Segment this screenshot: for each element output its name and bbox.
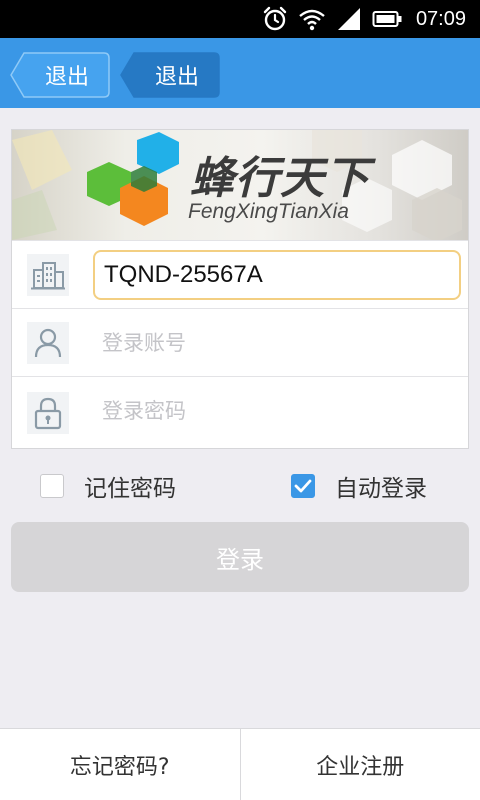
checkmark-icon — [294, 479, 312, 493]
back-button-pressed[interactable]: 退出 — [120, 52, 220, 98]
company-code-row — [12, 240, 468, 308]
app-header: 退出 退出 — [0, 38, 480, 108]
back-button-label: 退出 — [44, 65, 89, 90]
account-input[interactable] — [102, 323, 452, 363]
back-button[interactable]: 退出 — [10, 52, 110, 98]
clock: 07:09 — [415, 7, 466, 30]
auto-login-label: 自动登录 — [335, 476, 427, 502]
building-icon — [27, 253, 69, 296]
account-icon-box — [12, 310, 84, 376]
remember-password-option[interactable]: 记住密码 — [40, 470, 176, 502]
login-button[interactable]: 登录 — [11, 522, 469, 592]
back-button-label: 退出 — [154, 65, 199, 90]
password-icon-box — [12, 380, 84, 446]
signal-icon — [336, 7, 362, 31]
forgot-password-button[interactable]: 忘记密码? — [0, 729, 240, 800]
bottom-bar: 忘记密码? 企业注册 — [0, 728, 480, 800]
brand-name-cn: 蜂行天下 — [190, 153, 370, 204]
battery-icon — [372, 9, 402, 29]
account-row — [12, 308, 468, 376]
company-code-input[interactable] — [93, 250, 461, 300]
alarm-icon — [262, 6, 288, 32]
remember-password-checkbox[interactable] — [40, 474, 64, 498]
brand-name-en: FengXingTianXia — [188, 200, 349, 223]
auto-login-checkbox[interactable] — [291, 474, 315, 498]
lock-icon — [27, 391, 69, 434]
password-input[interactable] — [102, 391, 452, 431]
brand-banner: 蜂行天下 FengXingTianXia — [12, 130, 468, 240]
login-card: 蜂行天下 FengXingTianXia — [11, 129, 469, 449]
company-icon-box — [12, 242, 84, 308]
brand-logo — [87, 132, 179, 226]
user-icon — [27, 321, 69, 364]
password-row — [12, 376, 468, 448]
auto-login-option[interactable]: 自动登录 — [291, 470, 427, 502]
remember-password-label: 记住密码 — [84, 476, 176, 502]
status-bar: 07:09 — [0, 0, 480, 38]
wifi-icon — [298, 7, 326, 31]
enterprise-register-button[interactable]: 企业注册 — [241, 729, 480, 800]
